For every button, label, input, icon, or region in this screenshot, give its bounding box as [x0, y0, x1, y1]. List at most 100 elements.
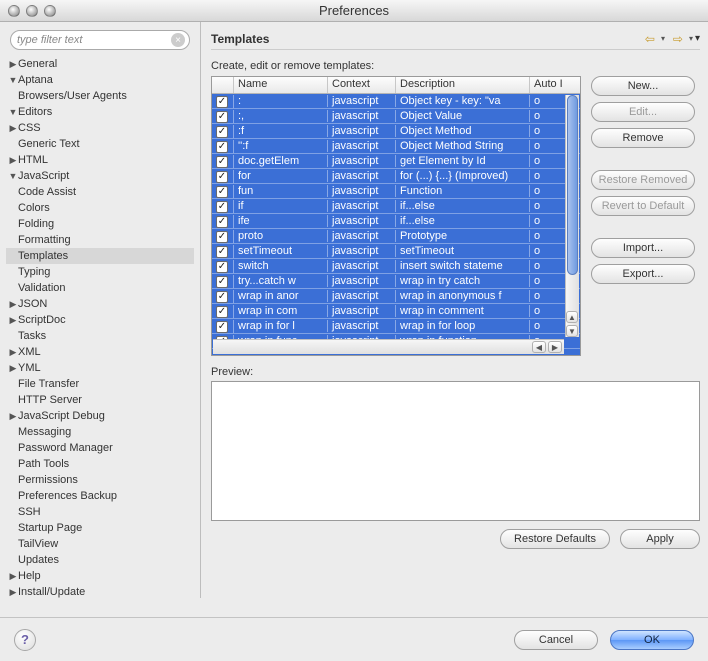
- history-forward-button[interactable]: ⇨: [669, 32, 687, 46]
- table-row[interactable]: ✓ifejavascriptif...elseo: [212, 214, 580, 229]
- tree-item-pw-manager[interactable]: Password Manager: [6, 440, 194, 456]
- tree-item-http-server[interactable]: HTTP Server: [6, 392, 194, 408]
- table-row[interactable]: ✓:javascriptObject key - key: "vao: [212, 94, 580, 109]
- tree-item-startup-page[interactable]: Startup Page: [6, 520, 194, 536]
- row-checkbox[interactable]: ✓: [212, 185, 234, 198]
- apply-button[interactable]: Apply: [620, 529, 700, 549]
- new-button[interactable]: New...: [591, 76, 695, 96]
- row-checkbox[interactable]: ✓: [212, 305, 234, 318]
- tree-item-prefs-backup[interactable]: Preferences Backup: [6, 488, 194, 504]
- tree-item-permissions[interactable]: Permissions: [6, 472, 194, 488]
- history-back-button[interactable]: ⇦: [641, 32, 659, 46]
- tree-item-editors[interactable]: ▼Editors: [6, 104, 194, 120]
- row-checkbox[interactable]: ✓: [212, 140, 234, 153]
- tree-item-install[interactable]: ▶Install/Update: [6, 584, 194, 598]
- col-name[interactable]: Name: [234, 77, 328, 93]
- horizontal-scrollbar[interactable]: ◀ ▶: [213, 339, 564, 354]
- filter-input[interactable]: type filter text ×: [10, 30, 190, 50]
- page-menu-icon[interactable]: ▾: [695, 33, 700, 44]
- row-checkbox[interactable]: ✓: [212, 170, 234, 183]
- table-row[interactable]: ✓wrap in for ljavascriptwrap in for loop…: [212, 319, 580, 334]
- table-row[interactable]: ✓funjavascriptFunctiono: [212, 184, 580, 199]
- scroll-right-icon[interactable]: ▶: [548, 341, 562, 353]
- tree-item-tasks[interactable]: Tasks: [6, 328, 194, 344]
- row-checkbox[interactable]: ✓: [212, 320, 234, 333]
- row-checkbox[interactable]: ✓: [212, 200, 234, 213]
- tree-item-ssh[interactable]: SSH: [6, 504, 194, 520]
- tree-item-help[interactable]: ▶Help: [6, 568, 194, 584]
- tree-item-json[interactable]: ▶JSON: [6, 296, 194, 312]
- remove-button[interactable]: Remove: [591, 128, 695, 148]
- table-row[interactable]: ✓'':fjavascriptObject Method Stringo: [212, 139, 580, 154]
- table-row[interactable]: ✓setTimeoutjavascriptsetTimeouto: [212, 244, 580, 259]
- tree-item-scriptdoc[interactable]: ▶ScriptDoc: [6, 312, 194, 328]
- row-checkbox[interactable]: ✓: [212, 155, 234, 168]
- scroll-left-icon[interactable]: ◀: [532, 341, 546, 353]
- ok-button[interactable]: OK: [610, 630, 694, 650]
- row-checkbox[interactable]: ✓: [212, 110, 234, 123]
- row-checkbox[interactable]: ✓: [212, 95, 234, 108]
- tree-item-folding[interactable]: Folding: [6, 216, 194, 232]
- tree-item-file-transfer[interactable]: File Transfer: [6, 376, 194, 392]
- table-row[interactable]: ✓ifjavascriptif...elseo: [212, 199, 580, 214]
- tree-item-js-debug[interactable]: ▶JavaScript Debug: [6, 408, 194, 424]
- minimize-icon[interactable]: [26, 5, 38, 17]
- tree-item-path-tools[interactable]: Path Tools: [6, 456, 194, 472]
- row-checkbox[interactable]: ✓: [212, 290, 234, 303]
- table-row[interactable]: ✓wrap in comjavascriptwrap in commento: [212, 304, 580, 319]
- tree-item-updates[interactable]: Updates: [6, 552, 194, 568]
- col-check[interactable]: [212, 77, 234, 93]
- tree-item-general[interactable]: ▶General: [6, 56, 194, 72]
- import-button[interactable]: Import...: [591, 238, 695, 258]
- tree-item-validation[interactable]: Validation: [6, 280, 194, 296]
- col-context[interactable]: Context: [328, 77, 396, 93]
- scroll-up-icon[interactable]: ▲: [566, 311, 578, 323]
- tree-item-colors[interactable]: Colors: [6, 200, 194, 216]
- tree-item-browsers[interactable]: Browsers/User Agents: [6, 88, 194, 104]
- table-row[interactable]: ✓:fjavascriptObject Methodo: [212, 124, 580, 139]
- tree-item-code-assist[interactable]: Code Assist: [6, 184, 194, 200]
- export-button[interactable]: Export...: [591, 264, 695, 284]
- table-row[interactable]: ✓wrap in anorjavascriptwrap in anonymous…: [212, 289, 580, 304]
- vertical-scrollbar[interactable]: ▲ ▼: [565, 95, 579, 337]
- tree-item-typing[interactable]: Typing: [6, 264, 194, 280]
- tree-item-aptana[interactable]: ▼Aptana: [6, 72, 194, 88]
- table-row[interactable]: ✓forjavascriptfor (...) {...} (Improved)…: [212, 169, 580, 184]
- table-row[interactable]: ✓switchjavascriptinsert switch statemeo: [212, 259, 580, 274]
- table-body[interactable]: ✓:javascriptObject key - key: "vao✓:,jav…: [212, 94, 580, 355]
- col-auto[interactable]: Auto I: [530, 77, 566, 93]
- zoom-icon[interactable]: [44, 5, 56, 17]
- preferences-tree[interactable]: ▶General ▼Aptana Browsers/User Agents ▼E…: [6, 56, 194, 598]
- row-checkbox[interactable]: ✓: [212, 260, 234, 273]
- table-row[interactable]: ✓doc.getElemjavascriptget Element by Ido: [212, 154, 580, 169]
- row-checkbox[interactable]: ✓: [212, 275, 234, 288]
- row-checkbox[interactable]: ✓: [212, 245, 234, 258]
- tree-item-templates[interactable]: Templates: [6, 248, 194, 264]
- tree-item-javascript[interactable]: ▼JavaScript: [6, 168, 194, 184]
- help-button[interactable]: ?: [14, 629, 36, 651]
- templates-table[interactable]: Name Context Description Auto I ✓:javasc…: [211, 76, 581, 356]
- tree-item-html[interactable]: ▶HTML: [6, 152, 194, 168]
- clear-filter-icon[interactable]: ×: [171, 33, 185, 47]
- table-row[interactable]: ✓try...catch wjavascriptwrap in try catc…: [212, 274, 580, 289]
- row-checkbox[interactable]: ✓: [212, 230, 234, 243]
- row-checkbox[interactable]: ✓: [212, 215, 234, 228]
- tree-item-xml[interactable]: ▶XML: [6, 344, 194, 360]
- forward-menu-icon[interactable]: ▾: [689, 34, 693, 43]
- scroll-down-icon[interactable]: ▼: [566, 325, 578, 337]
- scrollbar-thumb[interactable]: [567, 95, 578, 275]
- back-menu-icon[interactable]: ▾: [661, 34, 665, 43]
- close-icon[interactable]: [8, 5, 20, 17]
- tree-item-formatting[interactable]: Formatting: [6, 232, 194, 248]
- cancel-button[interactable]: Cancel: [514, 630, 598, 650]
- tree-item-yml[interactable]: ▶YML: [6, 360, 194, 376]
- restore-defaults-button[interactable]: Restore Defaults: [500, 529, 610, 549]
- tree-item-tailview[interactable]: TailView: [6, 536, 194, 552]
- table-row[interactable]: ✓protojavascriptPrototypeo: [212, 229, 580, 244]
- table-row[interactable]: ✓:,javascriptObject Valueo: [212, 109, 580, 124]
- tree-item-messaging[interactable]: Messaging: [6, 424, 194, 440]
- tree-item-css[interactable]: ▶CSS: [6, 120, 194, 136]
- col-description[interactable]: Description: [396, 77, 530, 93]
- tree-item-generic-text[interactable]: Generic Text: [6, 136, 194, 152]
- row-checkbox[interactable]: ✓: [212, 125, 234, 138]
